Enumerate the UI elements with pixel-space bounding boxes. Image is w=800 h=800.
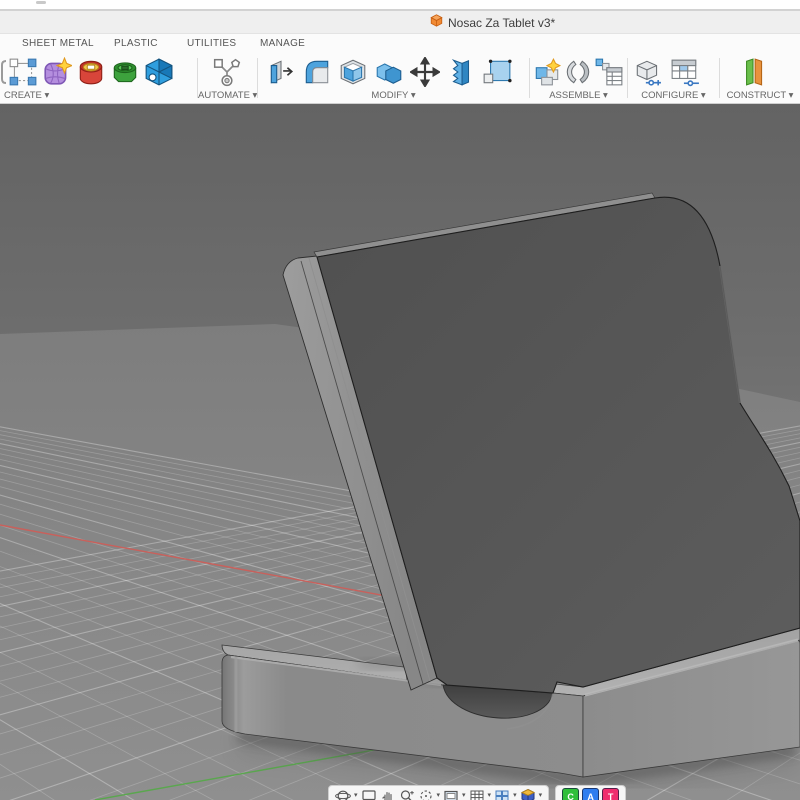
grid-settings-caret-icon[interactable]: ▾ <box>488 788 492 800</box>
display-settings-caret-icon[interactable]: ▾ <box>462 788 466 800</box>
titlebar-mark <box>36 1 46 4</box>
component-table-icon[interactable] <box>594 57 624 87</box>
document-tab[interactable]: Nosac Za Tablet v3* <box>430 14 555 32</box>
view-cube-icon[interactable] <box>520 788 536 800</box>
fusion-window: Nosac Za Tablet v3* SHEET METAL PLASTIC … <box>0 0 800 800</box>
configuration-table-icon[interactable] <box>670 57 700 87</box>
joint-icon[interactable] <box>563 57 593 87</box>
orbit-caret-icon[interactable]: ▾ <box>354 788 358 800</box>
create-dropdown[interactable]: CREATE ▾ <box>0 90 201 101</box>
create-form-icon[interactable] <box>42 57 72 87</box>
fit-icon[interactable] <box>418 788 434 800</box>
document-tab-bar: Nosac Za Tablet v3* <box>0 11 800 34</box>
badge-a[interactable]: A <box>582 788 599 800</box>
move-copy-icon[interactable] <box>410 57 440 87</box>
blue-box-feature-icon[interactable] <box>144 57 174 87</box>
zoom-icon[interactable] <box>399 788 415 800</box>
ribbon-tab-bar: SHEET METAL PLASTIC UTILITIES MANAGE <box>0 34 800 55</box>
badge-toolbar: CAT <box>555 785 626 800</box>
assemble-dropdown[interactable]: ASSEMBLE ▾ <box>530 90 627 101</box>
modify-dropdown[interactable]: MODIFY ▾ <box>258 90 529 101</box>
fusion-document-cube-icon <box>430 14 443 32</box>
replace-face-icon[interactable] <box>446 57 476 87</box>
viewport-canvas[interactable] <box>0 104 800 800</box>
ribbon-group-automate: AUTOMATE ▾ <box>198 55 257 103</box>
ribbon-group-modify: MODIFY ▾ <box>258 55 529 103</box>
ribbon-group-construct: CONSTRUCT ▾ <box>720 55 800 103</box>
badge-c[interactable]: C <box>562 788 579 800</box>
titlebar-strip <box>0 0 800 11</box>
view-cube-caret-icon[interactable]: ▾ <box>539 788 543 800</box>
create-component-icon[interactable] <box>8 57 38 87</box>
display-settings-icon[interactable] <box>443 788 459 800</box>
ribbon-group-assemble: ASSEMBLE ▾ <box>530 55 627 103</box>
press-pull-icon[interactable] <box>266 57 296 87</box>
pan-icon[interactable] <box>380 788 396 800</box>
tab-sheet-metal[interactable]: SHEET METAL <box>22 38 94 49</box>
green-container-feature-icon[interactable] <box>110 57 140 87</box>
fit-caret-icon[interactable]: ▾ <box>437 788 441 800</box>
look-at-icon[interactable] <box>361 788 377 800</box>
automate-node-icon[interactable] <box>212 57 242 87</box>
document-title: Nosac Za Tablet v3* <box>448 16 555 30</box>
shell-icon[interactable] <box>338 57 368 87</box>
viewports-caret-icon[interactable]: ▾ <box>513 788 517 800</box>
navigation-toolbar: ▾ ▾ ▾ ▾ ▾ ▾ <box>328 785 549 800</box>
grid-settings-icon[interactable] <box>469 788 485 800</box>
configuration-icon[interactable] <box>633 57 663 87</box>
tab-utilities[interactable]: UTILITIES <box>187 38 236 49</box>
scale-icon[interactable] <box>482 57 512 87</box>
orbit-icon[interactable] <box>335 788 351 800</box>
construct-dropdown[interactable]: CONSTRUCT ▾ <box>720 90 800 101</box>
automate-dropdown[interactable]: AUTOMATE ▾ <box>198 90 257 101</box>
configure-dropdown[interactable]: CONFIGURE ▾ <box>628 90 719 101</box>
red-cylinder-feature-icon[interactable] <box>76 57 106 87</box>
ribbon-group-configure: CONFIGURE ▾ <box>628 55 719 103</box>
badge-t[interactable]: T <box>602 788 619 800</box>
construct-plane-icon[interactable] <box>738 57 768 87</box>
viewports-icon[interactable] <box>494 788 510 800</box>
view-navigation-bar: ▾ ▾ ▾ ▾ ▾ ▾ CAT <box>328 785 626 800</box>
combine-icon[interactable] <box>374 57 404 87</box>
tab-plastic[interactable]: PLASTIC <box>114 38 158 49</box>
tab-manage[interactable]: MANAGE <box>260 38 305 49</box>
new-component-icon[interactable] <box>532 57 562 87</box>
fillet-icon[interactable] <box>302 57 332 87</box>
ribbon-group-create: CREATE ▾ <box>0 55 197 103</box>
ribbon-toolbar: CREATE ▾ AUTOMATE ▾ MODIFY ▾ ASSEMBLE ▾ … <box>0 55 800 104</box>
